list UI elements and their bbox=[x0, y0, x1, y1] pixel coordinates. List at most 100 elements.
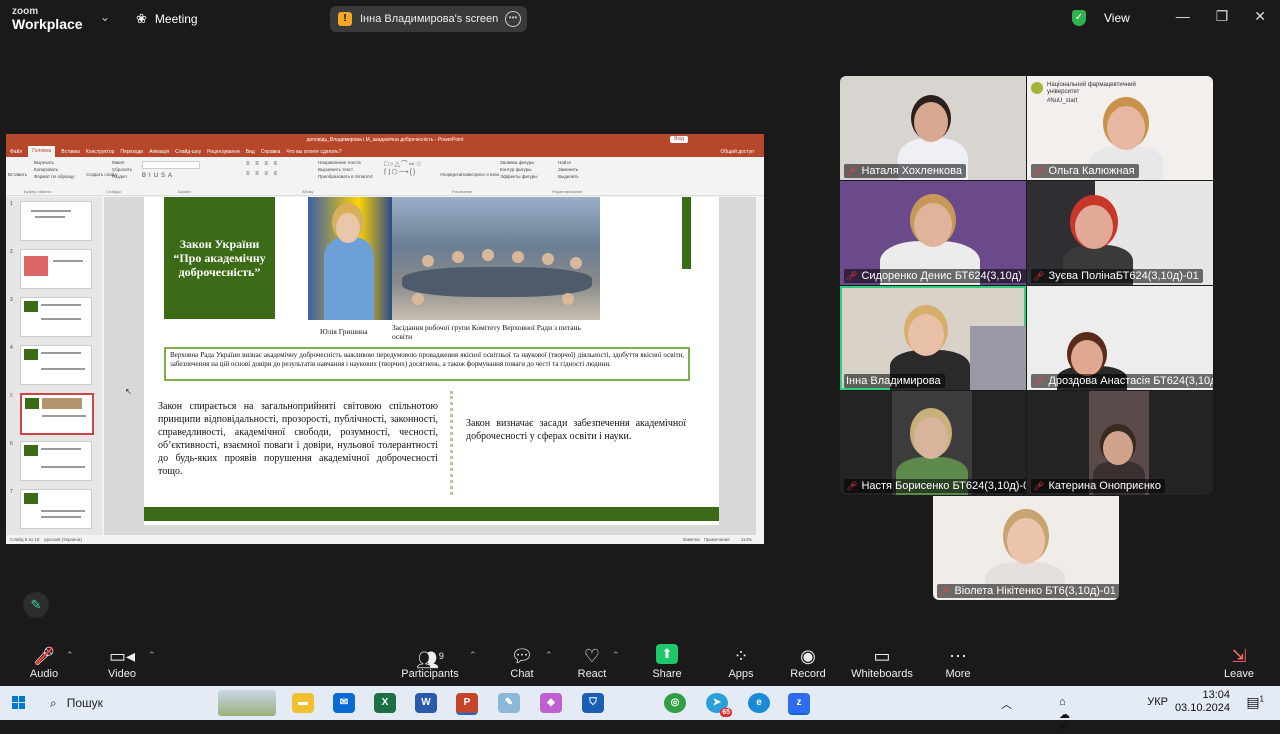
powerpoint-icon[interactable]: P bbox=[456, 693, 478, 715]
participant-video[interactable]: 🎤︎ Сидоренко Денис БТ624(3,10д) bbox=[840, 181, 1026, 285]
notifications-icon[interactable]: ▤1 bbox=[1246, 694, 1264, 711]
arrange-button[interactable]: Упорядочить bbox=[440, 159, 467, 178]
ppt-tab[interactable]: Конструктор bbox=[86, 149, 115, 155]
participant-video[interactable]: 🎤︎ Дроздова Анастасія БТ624(3,10д)... bbox=[1027, 286, 1213, 390]
slide-thumbnail[interactable] bbox=[20, 441, 92, 481]
slide-thumbnail-selected[interactable] bbox=[20, 393, 94, 435]
slide-thumbnail[interactable] bbox=[20, 489, 92, 529]
paragraph-controls[interactable]: ≡ ≡ ≡ ≡ ≡ ≡ ≡ ≡ bbox=[246, 161, 306, 181]
paste-button[interactable]: Вставить bbox=[8, 171, 27, 178]
screen-share-pill[interactable]: ! Інна Владимирова's screen ••• bbox=[330, 6, 527, 32]
language[interactable]: русский (Украина) bbox=[44, 537, 82, 542]
participants-options-caret-icon[interactable]: ⌃ bbox=[469, 650, 477, 661]
record-button[interactable]: ◉ Record bbox=[786, 644, 830, 680]
more-options-icon[interactable]: ••• bbox=[505, 11, 521, 27]
share-button[interactable]: ⬆ Share bbox=[648, 644, 686, 680]
slide-thumbnails-pane[interactable]: 1 2 3 4 5 6 7 bbox=[6, 197, 102, 535]
ppt-tab[interactable]: Вставка bbox=[61, 149, 80, 155]
telegram-icon[interactable]: ➤ 65 bbox=[706, 693, 732, 717]
shape-effects-button[interactable]: Эффекты фигуры bbox=[500, 173, 538, 180]
shapes-gallery[interactable]: □○△⌒⇨☆ ⌈⌋⬡⟶{} bbox=[384, 161, 434, 183]
file-explorer-icon[interactable]: ▬ bbox=[292, 693, 314, 713]
participants-button[interactable]: 👥︎9 Participants bbox=[398, 644, 462, 680]
minimize-icon[interactable]: — bbox=[1176, 8, 1190, 25]
close-icon[interactable]: ✕ bbox=[1254, 8, 1266, 25]
ppt-tab[interactable]: Анімація bbox=[149, 149, 169, 155]
smartart-button[interactable]: Преобразовать в SmartArt bbox=[318, 173, 373, 180]
ppt-tab[interactable]: Файл bbox=[10, 149, 22, 155]
text-direction-button[interactable]: Направление текста bbox=[318, 159, 373, 166]
tray-status-icons[interactable]: ⌂☁🔊︎ bbox=[1059, 696, 1076, 734]
annotate-pencil-icon[interactable]: ✎ bbox=[23, 592, 49, 618]
cut-button[interactable]: Вырезать bbox=[34, 159, 74, 166]
word-icon[interactable]: W bbox=[415, 693, 437, 713]
video-button[interactable]: ▭◂ Video bbox=[104, 644, 140, 680]
slide-thumbnail[interactable] bbox=[20, 249, 92, 289]
video-options-caret-icon[interactable]: ⌃ bbox=[148, 650, 156, 661]
windows-start-icon[interactable] bbox=[12, 696, 26, 710]
mail-icon[interactable]: ✉ bbox=[333, 693, 355, 713]
participant-video[interactable]: 🎤︎ Катерина Оноприєнко bbox=[1027, 391, 1213, 495]
reset-button[interactable]: Сбросить bbox=[112, 166, 132, 173]
view-button[interactable]: View bbox=[1104, 11, 1130, 25]
quick-styles-button[interactable]: Экспресс-стили bbox=[466, 159, 499, 178]
chrome-icon[interactable]: ◎ bbox=[664, 693, 686, 713]
chevron-down-icon[interactable]: ⌄ bbox=[100, 10, 110, 24]
ppt-tab[interactable]: Переходи bbox=[120, 149, 143, 155]
defender-icon[interactable]: ⛉ bbox=[582, 693, 604, 713]
chat-button[interactable]: 💬︎ Chat bbox=[504, 644, 540, 680]
ppt-tab[interactable]: Вид bbox=[246, 149, 255, 155]
select-button[interactable]: Выделить bbox=[558, 173, 579, 180]
shape-outline-button[interactable]: Контур фигуры bbox=[500, 166, 538, 173]
slide-thumbnail[interactable] bbox=[20, 201, 92, 241]
font-controls[interactable]: BIUSA bbox=[142, 161, 242, 181]
taskbar-search[interactable]: ⌕ Пошук bbox=[40, 690, 276, 716]
apps-button[interactable]: ⁘ Apps bbox=[722, 644, 760, 680]
restore-icon[interactable]: ❐ bbox=[1216, 8, 1229, 25]
more-button[interactable]: ⋯ More bbox=[940, 644, 976, 680]
audio-options-caret-icon[interactable]: ⌃ bbox=[66, 650, 74, 661]
chat-options-caret-icon[interactable]: ⌃ bbox=[545, 650, 553, 661]
ppt-tab[interactable]: Рецензування bbox=[207, 149, 240, 155]
replace-button[interactable]: Заменить bbox=[558, 166, 579, 173]
align-text-button[interactable]: Выровнять текст bbox=[318, 166, 373, 173]
ppt-share-button[interactable]: Общий доступ bbox=[720, 149, 754, 155]
react-options-caret-icon[interactable]: ⌃ bbox=[612, 650, 620, 661]
shape-fill-button[interactable]: Заливка фигуры bbox=[500, 159, 538, 166]
participant-video[interactable]: 🎤︎ Віолета Нікітенко БТ6(3,10д)-01 bbox=[933, 496, 1119, 600]
clock[interactable]: 13:04 03.10.2024 bbox=[1175, 689, 1230, 715]
meeting-info[interactable]: ❀ Meeting bbox=[136, 11, 198, 27]
ppt-tab[interactable]: Слайд-шоу bbox=[175, 149, 201, 155]
notes-button[interactable]: Заметки bbox=[683, 537, 700, 542]
zoom-app-icon[interactable]: z bbox=[788, 693, 810, 715]
language-indicator[interactable]: УКР bbox=[1147, 696, 1168, 708]
paint3d-icon[interactable]: ◆ bbox=[540, 693, 562, 713]
participant-video[interactable]: 🎤︎ Настя Борисенко БТ624(3,10д)-01 bbox=[840, 391, 1026, 495]
current-slide[interactable]: Закон України “Про академічну доброчесні… bbox=[144, 197, 719, 525]
find-button[interactable]: Найти bbox=[558, 159, 579, 166]
participant-video-active-speaker[interactable]: Інна Владимирова bbox=[840, 286, 1026, 390]
participant-video[interactable]: 🎤︎ Зуєва ПолінаБТ624(3,10д)-01 bbox=[1027, 181, 1213, 285]
format-painter-button[interactable]: Формат по образцу bbox=[34, 173, 74, 180]
slide-thumbnail[interactable] bbox=[20, 297, 92, 337]
section-button[interactable]: Раздел bbox=[112, 173, 132, 180]
ppt-login-button[interactable]: Вхід bbox=[670, 136, 688, 143]
react-button[interactable]: ♡ React bbox=[574, 644, 610, 680]
ppt-tab-active[interactable]: Головна bbox=[28, 146, 56, 157]
participant-video[interactable]: Національний фармацевтичний університет … bbox=[1027, 76, 1213, 180]
comments-button[interactable]: Примечания bbox=[704, 537, 730, 542]
security-shield-icon[interactable]: ✓ bbox=[1072, 10, 1086, 26]
tell-me-search[interactable]: Что вы хотите сделать? bbox=[286, 149, 341, 155]
copy-button[interactable]: Копировать bbox=[34, 166, 74, 173]
excel-icon[interactable]: X bbox=[374, 693, 396, 713]
leave-button[interactable]: ⇲ Leave bbox=[1220, 644, 1258, 680]
edge-icon[interactable]: e bbox=[748, 693, 770, 713]
whiteboards-button[interactable]: ▭ Whiteboards bbox=[848, 644, 916, 680]
layout-button[interactable]: Макет bbox=[112, 159, 132, 166]
zoom-level[interactable]: 114% bbox=[741, 537, 752, 542]
slide-thumbnail[interactable] bbox=[20, 345, 92, 385]
audio-button[interactable]: 🎤︎ Audio bbox=[26, 644, 62, 680]
tray-overflow-icon[interactable]: ︿ bbox=[1001, 696, 1012, 712]
paint-icon[interactable]: ✎ bbox=[498, 693, 520, 713]
participant-video[interactable]: 🎤︎ Наталя Хохленкова bbox=[840, 76, 1026, 180]
